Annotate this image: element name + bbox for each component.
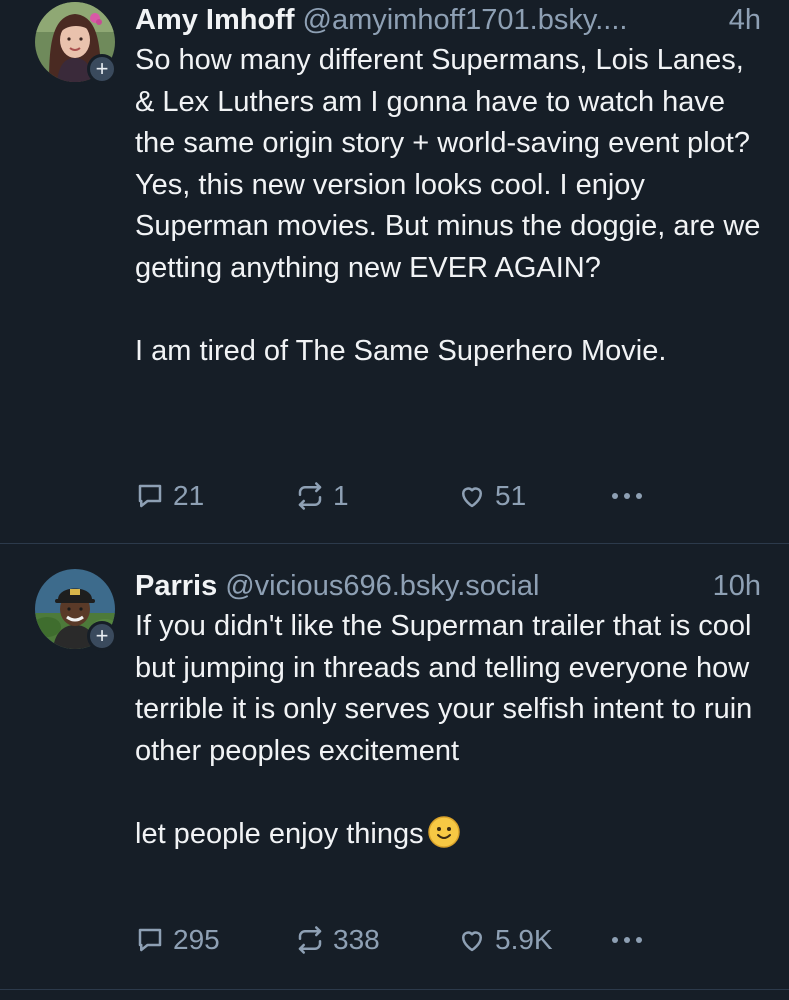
like-count: 5.9K: [495, 924, 553, 955]
like-count: 51: [495, 480, 527, 511]
like-icon: [462, 931, 482, 952]
like-button[interactable]: 5.9K: [457, 924, 609, 956]
reply-icon: [138, 484, 162, 508]
more-icon: [612, 937, 642, 943]
post-text: If you didn't like the Superman trailer …: [135, 606, 761, 855]
more-options-button[interactable]: [609, 490, 645, 502]
post-time[interactable]: 10h: [713, 568, 761, 604]
author-handle[interactable]: @amyimhoff1701.bsky....: [303, 2, 719, 38]
post[interactable]: + Parris @vicious696.bsky.social 10h If …: [0, 544, 789, 990]
post-content: Parris @vicious696.bsky.social 10h If yo…: [135, 568, 761, 855]
follow-button[interactable]: +: [87, 621, 117, 651]
reply-button[interactable]: 21: [135, 480, 295, 512]
post-time[interactable]: 4h: [729, 2, 761, 38]
reply-button[interactable]: 295: [135, 924, 295, 956]
reply-count: 295: [173, 924, 220, 955]
slightly-smiling-face-emoji: [427, 815, 460, 848]
post-text-content: If you didn't like the Superman trailer …: [135, 610, 753, 850]
more-options-button[interactable]: [609, 934, 645, 946]
reply-count: 21: [173, 480, 205, 511]
more-icon: [612, 493, 642, 499]
avatar-container: +: [35, 569, 117, 651]
author-name[interactable]: Parris: [135, 568, 217, 604]
post-text: So how many different Supermans, Lois La…: [135, 44, 761, 367]
author-name[interactable]: Amy Imhoff: [135, 2, 295, 38]
post-content: Amy Imhoff @amyimhoff1701.bsky.... 4h So…: [135, 2, 761, 372]
post-actions: 21 1 51: [135, 480, 645, 512]
post-header: Parris @vicious696.bsky.social 10h: [135, 568, 761, 604]
post-actions: 295 338 5.9K: [135, 924, 645, 956]
repost-button[interactable]: 338: [295, 924, 457, 956]
repost-icon: [298, 926, 322, 954]
repost-count: 1: [333, 480, 349, 511]
like-button[interactable]: 51: [457, 480, 609, 512]
reply-icon: [138, 928, 162, 952]
repost-icon: [298, 482, 322, 510]
avatar-container: +: [35, 2, 117, 84]
follow-button[interactable]: +: [87, 54, 117, 84]
author-handle[interactable]: @vicious696.bsky.social: [225, 568, 702, 604]
repost-count: 338: [333, 924, 380, 955]
post-header: Amy Imhoff @amyimhoff1701.bsky.... 4h: [135, 2, 761, 38]
repost-button[interactable]: 1: [295, 480, 457, 512]
post[interactable]: + Amy Imhoff @amyimhoff1701.bsky.... 4h …: [0, 0, 789, 544]
like-icon: [462, 487, 482, 508]
